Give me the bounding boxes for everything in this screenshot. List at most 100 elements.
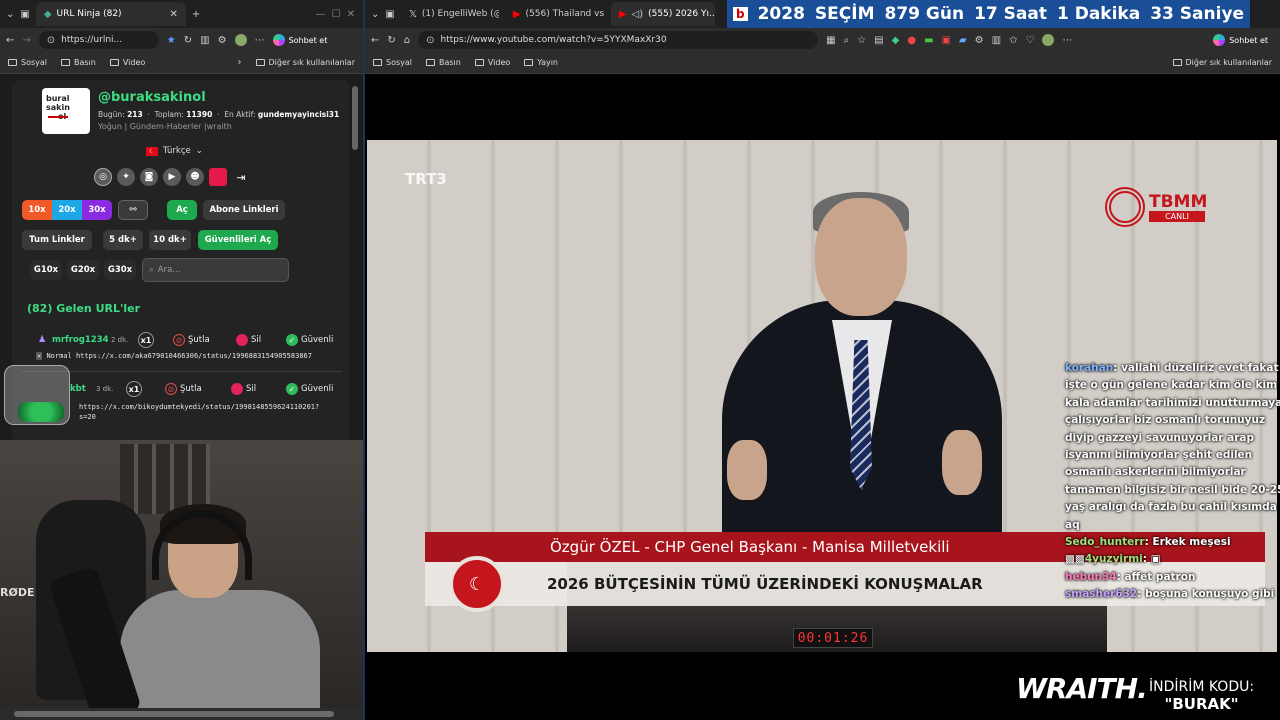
new-tab-icon[interactable]: + xyxy=(192,9,200,20)
ext-a-icon[interactable]: ▤ xyxy=(874,35,883,46)
g20x-button[interactable]: G20x xyxy=(67,260,99,280)
bookmark-sosyal[interactable]: Sosyal xyxy=(8,58,47,67)
more-menu-icon[interactable]: ⋯ xyxy=(1062,35,1072,46)
open-safe-button[interactable]: Güvenlileri Aç xyxy=(198,230,278,250)
discount-code-value: "BURAK" xyxy=(1164,695,1239,713)
folder-icon xyxy=(1172,59,1182,66)
search-input[interactable]: ⌕ Ara... xyxy=(142,258,289,282)
profile-avatar-icon[interactable] xyxy=(234,34,247,46)
other-bookmarks[interactable]: Diğer sık kullanılanlar xyxy=(1172,58,1272,67)
open-20x-button[interactable]: 20x xyxy=(52,200,82,220)
close-window-icon[interactable]: ✕ xyxy=(347,9,355,20)
discord-icon[interactable]: ☻ xyxy=(186,168,204,186)
delete-button[interactable]: Sil xyxy=(236,334,261,346)
link-options-button[interactable]: ⚯ xyxy=(118,200,148,220)
speech-timer: 00:01:26 xyxy=(793,628,873,648)
tab-engelliweb[interactable]: 𝕏 (1) EngelliWeb (@... xyxy=(401,2,499,26)
forward-icon[interactable]: → xyxy=(22,35,30,46)
collections-icon[interactable]: ♡ xyxy=(1025,35,1034,46)
bookmark-video[interactable]: Video xyxy=(109,58,145,67)
folder-icon xyxy=(61,59,70,66)
copilot-icon xyxy=(272,34,285,46)
row-link[interactable]: https://x.com/bikoydumtekyedi/status/199… xyxy=(79,402,319,422)
open-10x-button[interactable]: 10x xyxy=(22,200,52,220)
tab-actions-icon[interactable]: ⌄ xyxy=(6,9,14,20)
language-select[interactable]: ☾ Türkçe ⌄ xyxy=(146,146,203,156)
zoom-icon[interactable]: ⌕ xyxy=(844,35,850,46)
ext-c-icon[interactable]: ● xyxy=(907,35,916,46)
safe-button[interactable]: ✓ Güvenli xyxy=(286,334,333,346)
ext-f-icon[interactable]: ▰ xyxy=(959,35,967,46)
left-browser-window: ⌄ ▣ ◆ URL Ninja (82) ✕ + — ☐ ✕ ← → ⊙ htt… xyxy=(0,0,363,720)
extensions-icon[interactable]: ⚙ xyxy=(975,35,984,46)
refresh-icon[interactable]: ↻ xyxy=(184,35,192,46)
g30x-button[interactable]: G30x xyxy=(104,260,136,280)
safe-button[interactable]: ✓ Güvenli xyxy=(286,383,333,395)
twitter-icon[interactable]: ✦ xyxy=(117,168,135,186)
five-min-button[interactable]: 5 dk+ xyxy=(103,230,143,250)
logout-icon[interactable]: ⇥ xyxy=(232,168,250,186)
row-username[interactable]: kbt xyxy=(70,384,86,394)
left-url-field[interactable]: ⊙ https://urlni... xyxy=(38,31,159,49)
chevron-right-icon[interactable]: › xyxy=(238,57,242,68)
close-tab-icon[interactable]: ✕ xyxy=(169,9,177,20)
other-bookmarks[interactable]: Diğer sık kullanılanlar xyxy=(255,58,355,67)
home-icon[interactable]: ⌂ xyxy=(404,35,410,46)
minimize-icon[interactable]: — xyxy=(316,9,326,20)
username[interactable]: @buraksakinol xyxy=(98,90,206,105)
kick-button[interactable]: ⊘ Şutla xyxy=(173,334,210,346)
open-30x-button[interactable]: 30x xyxy=(82,200,112,220)
bookmark-basin[interactable]: Basın xyxy=(426,58,461,67)
tab-url-ninja[interactable]: ◆ URL Ninja (82) ✕ xyxy=(35,2,186,26)
search-placeholder: Ara... xyxy=(157,265,181,275)
back-icon[interactable]: ← xyxy=(371,35,379,46)
grid-icon[interactable]: ▦ xyxy=(826,35,835,46)
favorite-star-icon[interactable]: ★ xyxy=(167,35,176,46)
subscriber-links-button[interactable]: Abone Linkleri xyxy=(203,200,285,220)
favorite-icon[interactable]: ☆ xyxy=(857,35,866,46)
extensions-icon[interactable]: ⚙ xyxy=(218,35,227,46)
all-links-button[interactable]: Tum Linkler xyxy=(22,230,92,250)
open-button[interactable]: Aç xyxy=(167,200,197,220)
kick-icon[interactable] xyxy=(209,168,227,186)
ext-e-icon[interactable]: ▣ xyxy=(942,35,951,46)
instagram-icon[interactable]: ◙ xyxy=(140,168,158,186)
horizontal-scroll-thumb[interactable] xyxy=(14,711,334,717)
workspaces-icon[interactable]: ▣ xyxy=(385,9,394,20)
ten-min-button[interactable]: 10 dk+ xyxy=(149,230,191,250)
favorites-icon[interactable]: ✩ xyxy=(1009,35,1017,46)
tab-thailand[interactable]: ▶ (556) Thailand vs ... xyxy=(505,2,605,26)
panel-scrollbar[interactable] xyxy=(352,86,358,150)
bookmark-sosyal[interactable]: Sosyal xyxy=(373,58,412,67)
row-username[interactable]: mrfrog1234 xyxy=(52,335,109,345)
workspaces-icon[interactable]: ▣ xyxy=(20,9,29,20)
speaker-icon[interactable]: ◁) xyxy=(632,9,644,20)
kick-button[interactable]: ⊘ Şutla xyxy=(165,383,202,395)
site-favicon-icon: ◆ xyxy=(43,8,52,20)
tab-title: (556) Thailand vs ... xyxy=(525,9,605,19)
more-menu-icon[interactable]: ⋯ xyxy=(255,35,265,46)
ext-d-icon[interactable]: ▬ xyxy=(924,35,933,46)
bookmark-video[interactable]: Video xyxy=(474,58,510,67)
split-screen-icon[interactable]: ▥ xyxy=(200,35,209,46)
row-link[interactable]: ✕ Normal https://x.com/aka679010466306/s… xyxy=(36,352,312,360)
ext-b-icon[interactable]: ◆ xyxy=(892,35,900,46)
kick-label: Şutla xyxy=(188,335,210,345)
ticker-item: 879 Gün xyxy=(884,4,965,24)
sohbet-button[interactable]: Sohbet et xyxy=(1213,34,1268,46)
g10x-button[interactable]: G10x xyxy=(30,260,62,280)
delete-button[interactable]: Sil xyxy=(231,383,256,395)
sohbet-button[interactable]: Sohbet et xyxy=(272,34,327,46)
split-icon[interactable]: ▥ xyxy=(992,35,1001,46)
bookmark-yayin[interactable]: Yayın xyxy=(524,58,558,67)
back-icon[interactable]: ← xyxy=(6,35,14,46)
right-url-field[interactable]: ⊙ https://www.youtube.com/watch?v=5YYXMa… xyxy=(418,31,819,49)
profile-avatar-icon[interactable] xyxy=(1042,34,1055,46)
web-icon[interactable]: ◎ xyxy=(94,168,112,186)
tab-actions-icon[interactable]: ⌄ xyxy=(371,9,379,20)
bookmark-basin[interactable]: Basın xyxy=(61,58,96,67)
maximize-icon[interactable]: ☐ xyxy=(332,9,341,20)
refresh-icon[interactable]: ↻ xyxy=(387,35,395,46)
tab-2026[interactable]: ▶ ◁) (555) 2026 Yı... xyxy=(610,2,715,26)
youtube-icon[interactable]: ▶ xyxy=(163,168,181,186)
